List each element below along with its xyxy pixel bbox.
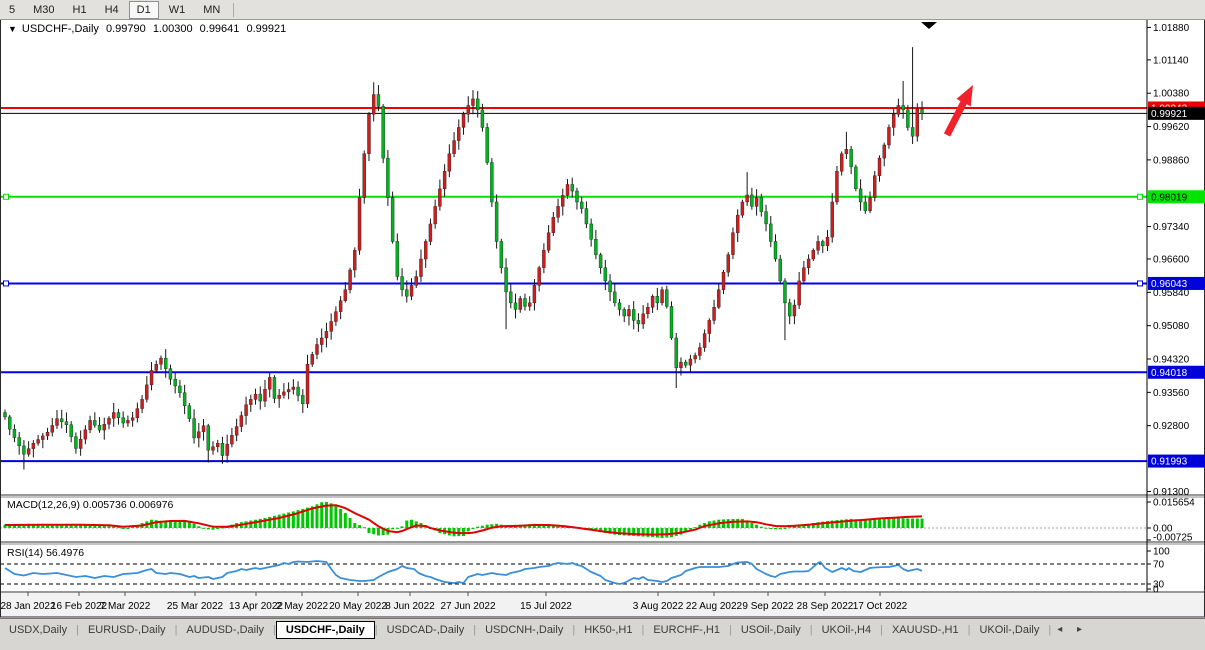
date-tick-label: 7 Mar 2022 bbox=[100, 601, 151, 612]
price-tick-label: 0.93560 bbox=[1153, 388, 1190, 399]
rsi-tick-label: 100 bbox=[1153, 547, 1170, 558]
price-tick-label: 0.92800 bbox=[1153, 421, 1190, 432]
chart-tab-ukoil-daily[interactable]: UKOil-,Daily bbox=[970, 622, 1048, 638]
chart-tab-ukoil-h4[interactable]: UKOil-,H4 bbox=[813, 622, 881, 638]
date-tick-label: 17 Oct 2022 bbox=[853, 601, 908, 612]
price-tick-label: 1.00380 bbox=[1153, 89, 1190, 100]
date-tick-label: 28 Sep 2022 bbox=[797, 601, 854, 612]
line-handle[interactable] bbox=[3, 193, 9, 200]
chart-tab-usdcad-daily[interactable]: USDCAD-,Daily bbox=[378, 622, 474, 638]
trading-terminal-window: 5 M30 H1 H4 D1 W1 MN 1.01880 1.01140 1.00380 0.99… bbox=[0, 0, 1205, 650]
chart-symbol-title: USDCHF-,Daily bbox=[21, 23, 99, 35]
timeframe-button-H4[interactable]: H4 bbox=[97, 1, 127, 19]
ohlc-close: 0.99921 bbox=[246, 23, 287, 35]
price-tick-label: 1.01140 bbox=[1153, 55, 1189, 66]
rsi-tick-label: 0 bbox=[1153, 585, 1159, 596]
date-tick-label: 3 Aug 2022 bbox=[633, 601, 684, 612]
date-tick-label: 15 Jul 2022 bbox=[520, 601, 572, 612]
timeframe-button-H1[interactable]: H1 bbox=[65, 1, 95, 19]
svg-text:0.94018: 0.94018 bbox=[1151, 368, 1188, 379]
macd-tick-label: 0.015654 bbox=[1153, 497, 1195, 508]
timeframe-button-D1[interactable]: D1 bbox=[128, 0, 159, 19]
ohlc-low: 0.99641 bbox=[199, 23, 240, 35]
rsi-tick-label: 70 bbox=[1153, 560, 1165, 571]
chart-tab-usdchf-daily[interactable]: USDCHF-,Daily bbox=[275, 621, 375, 639]
chart-tab-usoil-daily[interactable]: USOil-,Daily bbox=[732, 622, 810, 638]
price-tick-label: 1.01880 bbox=[1153, 23, 1190, 34]
timeframe-button-MN[interactable]: MN bbox=[195, 1, 228, 19]
price-tick-label: 0.91300 bbox=[1153, 487, 1190, 498]
chart-ohlc-header: ▼ USDCHF-,Daily 0.99790 1.00300 0.99641 0… bbox=[8, 23, 290, 35]
svg-text:0.99921: 0.99921 bbox=[1151, 109, 1188, 120]
svg-text:0.91993: 0.91993 bbox=[1151, 457, 1188, 468]
date-tick-label: 2 May 2022 bbox=[276, 601, 329, 612]
tab-separator: | bbox=[1048, 624, 1052, 636]
chart-tab-xauusd-h1[interactable]: XAUUSD-,H1 bbox=[883, 622, 968, 638]
chart-tab-audusd-daily[interactable]: AUDUSD-,Daily bbox=[177, 622, 273, 638]
chart-tab-eurchf-h1[interactable]: EURCHF-,H1 bbox=[644, 622, 729, 638]
price-tick-label: 0.94320 bbox=[1153, 355, 1190, 366]
timeframe-button-M30[interactable]: M30 bbox=[25, 1, 62, 19]
date-tick-label: 22 Aug 2022 bbox=[686, 601, 743, 612]
price-tick-label: 0.97340 bbox=[1153, 222, 1190, 233]
chevron-down-icon: ▼ bbox=[8, 24, 17, 34]
rsi-indicator-label: RSI(14) 56.4976 bbox=[7, 547, 85, 559]
chart-tab-hk50-h1[interactable]: HK50-,H1 bbox=[575, 622, 641, 638]
price-badge-0.98019: 0.98019 bbox=[1148, 190, 1205, 204]
date-tick-label: 9 Sep 2022 bbox=[742, 601, 794, 612]
date-tick-label: 25 Mar 2022 bbox=[167, 601, 224, 612]
date-tick-label: 28 Jan 2022 bbox=[0, 601, 55, 612]
svg-text:0.98019: 0.98019 bbox=[1151, 192, 1188, 203]
price-badge-0.91993: 0.91993 bbox=[1148, 454, 1205, 468]
timeframe-button-W1[interactable]: W1 bbox=[161, 1, 194, 19]
chart-tab-usdx-daily[interactable]: USDX,Daily bbox=[0, 622, 76, 638]
toolbar-separator bbox=[233, 2, 235, 17]
tab-scroll-arrows[interactable]: ◂ ▸ bbox=[1057, 624, 1088, 635]
price-badge-0.99921: 0.99921 bbox=[1148, 106, 1205, 120]
line-handle[interactable] bbox=[3, 280, 9, 287]
ohlc-open: 0.99790 bbox=[105, 23, 146, 35]
line-handle[interactable] bbox=[1137, 193, 1143, 200]
date-tick-label: 20 May 2022 bbox=[329, 601, 387, 612]
price-tick-label: 0.96600 bbox=[1153, 255, 1190, 266]
timeframe-button-5[interactable]: 5 bbox=[1, 1, 23, 19]
date-tick-label: 8 Jun 2022 bbox=[385, 601, 435, 612]
price-badge-0.94018: 0.94018 bbox=[1148, 365, 1205, 379]
line-handle[interactable] bbox=[1137, 280, 1143, 287]
ohlc-high: 1.00300 bbox=[152, 23, 193, 35]
chart-tab-eurusd-daily[interactable]: EURUSD-,Daily bbox=[79, 622, 175, 638]
price-badge-0.96043: 0.96043 bbox=[1148, 276, 1205, 290]
date-tick-label: 27 Jun 2022 bbox=[440, 601, 495, 612]
price-tick-label: 0.99620 bbox=[1153, 122, 1190, 133]
chart-tab-usdcnh-daily[interactable]: USDCNH-,Daily bbox=[476, 622, 572, 638]
svg-text:0.96043: 0.96043 bbox=[1151, 279, 1188, 290]
chart-canvas[interactable]: 1.01880 1.01140 1.00380 0.99620 0.98860 0.973… bbox=[0, 0, 1205, 650]
price-tick-label: 0.95080 bbox=[1153, 321, 1190, 332]
chart-tab-bar: USDX,Daily | EURUSD-,Daily | AUDUSD-,Daily | U… bbox=[0, 618, 1205, 650]
macd-indicator-label: MACD(12,26,9) 0.005736 0.006976 bbox=[7, 499, 174, 511]
price-tick-label: 0.98860 bbox=[1153, 155, 1190, 166]
macd-tick-label: -0.00725 bbox=[1153, 533, 1193, 544]
timeframe-toolbar: 5 M30 H1 H4 D1 W1 MN bbox=[0, 0, 1205, 20]
